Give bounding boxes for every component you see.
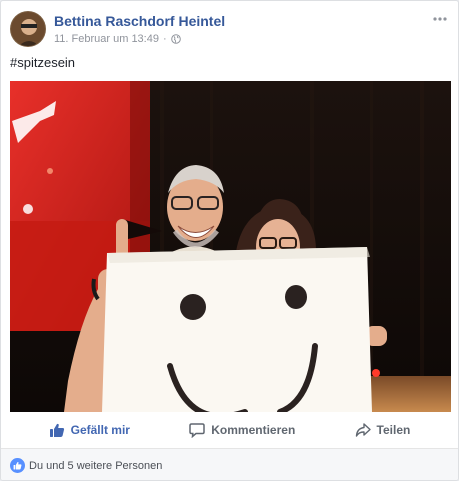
comment-button-label: Kommentieren <box>211 423 296 437</box>
post-actions: Gefällt mir Kommentieren Teilen <box>1 415 458 445</box>
like-badge-icon[interactable] <box>10 458 25 473</box>
post-meta: 11. Februar um 13:49 · <box>54 33 181 45</box>
share-icon <box>355 423 371 437</box>
author-avatar[interactable] <box>10 11 46 47</box>
thumbs-up-icon <box>49 423 64 437</box>
share-button[interactable]: Teilen <box>355 422 411 438</box>
globe-icon[interactable] <box>170 34 181 44</box>
post-text[interactable]: #spitzesein <box>10 55 75 70</box>
reaction-summary[interactable]: Du und 5 weitere Personen <box>29 460 162 472</box>
post-photo[interactable] <box>10 81 451 412</box>
like-button-label: Gefällt mir <box>70 423 130 437</box>
post-header: Bettina Raschdorf Heintel 11. Februar um… <box>1 1 458 51</box>
reactions-bar: Du und 5 weitere Personen <box>1 448 458 480</box>
post-timestamp[interactable]: 11. Februar um 13:49 <box>54 33 159 45</box>
author-name[interactable]: Bettina Raschdorf Heintel <box>54 13 225 29</box>
post-card: Bettina Raschdorf Heintel 11. Februar um… <box>0 0 459 481</box>
more-options-icon[interactable] <box>430 11 450 27</box>
like-button[interactable]: Gefällt mir <box>49 422 130 438</box>
comment-icon <box>189 423 205 438</box>
share-button-label: Teilen <box>376 423 411 437</box>
meta-separator: · <box>162 33 167 45</box>
comment-button[interactable]: Kommentieren <box>189 422 295 438</box>
